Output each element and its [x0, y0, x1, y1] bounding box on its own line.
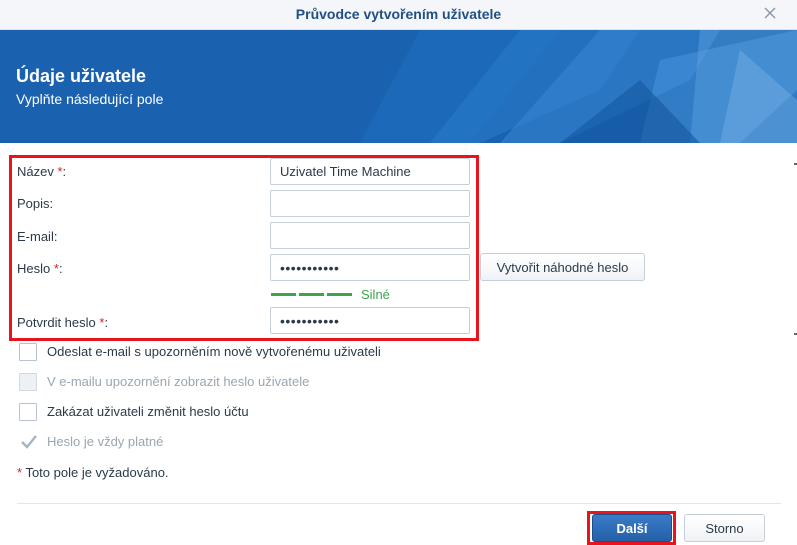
checkmark-icon — [21, 435, 37, 449]
strength-segment — [327, 293, 352, 296]
required-note: * Toto pole je vyžadováno. — [17, 465, 169, 480]
option-label: V e-mailu upozornění zobrazit heslo uživ… — [47, 374, 310, 389]
strength-label: Silné — [361, 287, 390, 302]
checkbox[interactable] — [19, 403, 37, 421]
next-button[interactable]: Další — [592, 514, 672, 542]
checkbox[interactable] — [19, 433, 37, 451]
option-label: Zakázat uživateli změnit heslo účtu — [47, 404, 249, 419]
header-banner: Údaje uživatele Vyplňte následující pole — [0, 30, 797, 143]
strength-segment — [271, 293, 296, 296]
generate-password-button[interactable]: Vytvořit náhodné heslo — [480, 253, 645, 281]
password-label: Heslo *: — [17, 261, 63, 276]
confirm-password-label: Potvrdit heslo *: — [17, 315, 109, 330]
description-label: Popis: — [17, 196, 54, 211]
email-label: E-mail: — [17, 229, 58, 244]
option-label: Odeslat e-mail s upozorněním nově vytvoř… — [47, 344, 381, 359]
title-bar: Průvodce vytvořením uživatele — [0, 0, 797, 30]
window-title: Průvodce vytvořením uživatele — [295, 6, 502, 22]
banner-heading: Údaje uživatele — [16, 66, 147, 86]
cancel-button[interactable]: Storno — [684, 514, 765, 542]
description-input[interactable] — [270, 190, 470, 217]
confirm-password-input[interactable] — [270, 307, 470, 334]
password-input[interactable] — [270, 254, 470, 281]
close-icon[interactable] — [761, 4, 779, 22]
checkbox[interactable] — [19, 373, 37, 391]
banner-subheading: Vyplňte následující pole — [16, 91, 164, 107]
footer-divider — [17, 503, 781, 504]
name-label: Název *: — [17, 164, 67, 179]
checkbox[interactable] — [19, 343, 37, 361]
strength-segment — [299, 293, 324, 296]
name-input[interactable] — [270, 158, 470, 185]
email-input[interactable] — [270, 222, 470, 249]
option-label: Heslo je vždy platné — [47, 434, 164, 449]
